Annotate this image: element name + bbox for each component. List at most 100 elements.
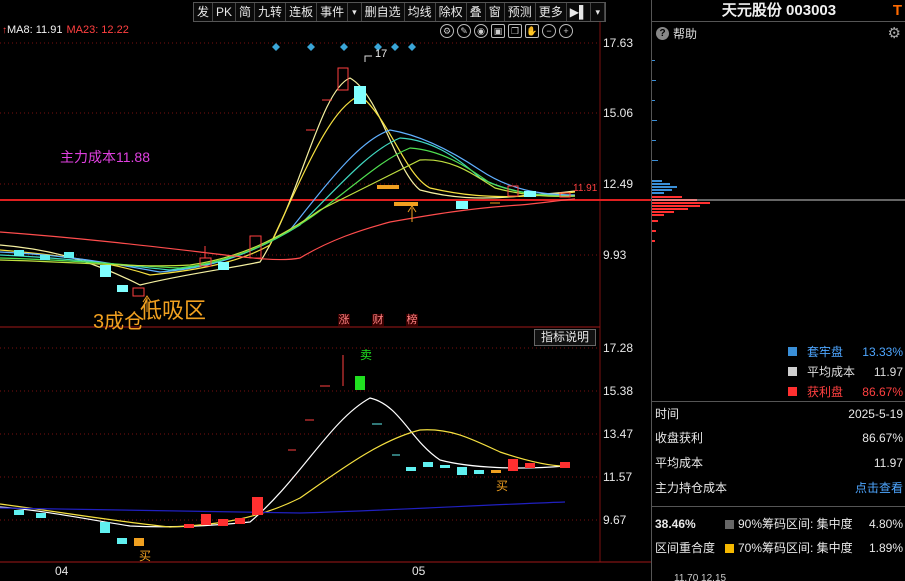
- buy-signal: 买: [139, 549, 152, 563]
- info-avg-cost: 平均成本 11.97: [652, 451, 905, 475]
- info-label: 收盘获利: [655, 431, 704, 445]
- info-main-cost: 主力持仓成本 点击查看: [652, 476, 905, 500]
- info-label: 时间: [655, 407, 680, 421]
- toolbar-overlay[interactable]: 叠: [467, 3, 486, 21]
- trapped-value: 13.33%: [862, 344, 903, 359]
- trapped-label: 套牢盘: [807, 345, 844, 359]
- info-value: 2025-5-19: [848, 407, 903, 421]
- swatch-90: [725, 519, 734, 529]
- x-label: 05: [412, 564, 426, 578]
- toolbar-jian[interactable]: 简: [236, 3, 256, 21]
- indicator-explain-button[interactable]: 指标说明: [534, 329, 596, 346]
- peak-marker: [364, 55, 372, 62]
- position-annotation: 3成仓: [93, 311, 145, 333]
- event-finance[interactable]: 财: [372, 314, 384, 326]
- t-icon[interactable]: T: [893, 0, 902, 22]
- eye-icon[interactable]: ◉: [474, 24, 488, 38]
- info-label: 平均成本: [655, 456, 704, 470]
- lower-tick: 17.28: [603, 341, 634, 355]
- lower-tick: 15.38: [603, 384, 634, 398]
- hand-icon[interactable]: ✋: [525, 24, 539, 38]
- x-label: 04: [55, 564, 69, 578]
- view-main-cost-link[interactable]: 点击查看: [855, 476, 903, 500]
- ma23-value: MA23: 12.22: [66, 24, 129, 36]
- avg-cost-label: 平均成本: [807, 365, 856, 379]
- chip-bars: [652, 60, 905, 242]
- range-cutoff-text: 11.70 12.15: [674, 573, 727, 581]
- swatch-70: [725, 543, 734, 553]
- zoom-in-icon[interactable]: +: [559, 24, 573, 38]
- trapped-swatch: [788, 347, 797, 356]
- toolbar-dropdown2-icon[interactable]: ▾: [591, 3, 605, 21]
- chip-legend-trapped: 套牢盘 13.33%: [788, 343, 905, 360]
- profit-value: 86.67%: [862, 384, 903, 399]
- info-close-profit: 收盘获利 86.67%: [652, 426, 905, 450]
- pen-icon[interactable]: ✎: [457, 24, 471, 38]
- ma8-value: MA8: 11.91: [7, 24, 63, 36]
- help-icon: ?: [656, 27, 669, 40]
- toolbar-exright[interactable]: 除权: [436, 3, 467, 21]
- chart-tools: ⚙ ✎ ◉ ▣ ❐ ✋ − +: [440, 24, 573, 38]
- lock-icon[interactable]: ▣: [491, 24, 505, 38]
- toolbar-play-icon[interactable]: ▶▌: [567, 3, 592, 21]
- range-90-label: 90%筹码区间: 集中度: [738, 517, 853, 531]
- price-tick: 9.93: [603, 248, 627, 262]
- concentration-90: 38.46% 90%筹码区间: 集中度 4.80%: [652, 512, 905, 536]
- lower-tick: 11.57: [603, 470, 633, 484]
- main-grid: [0, 42, 600, 521]
- chip-distribution-panel: 天元股份 003003 T ? 帮助 ⚙ 套牢盘 13.33% 平均成本 11.…: [651, 0, 905, 581]
- toolbar-window[interactable]: 窗: [486, 3, 505, 21]
- main-cost-label: 主力成本11.88: [60, 149, 150, 165]
- avg-cost-swatch: [788, 367, 797, 376]
- ma-legend: ↑MA8: 11.91 MA23: 12.22: [2, 24, 129, 36]
- toolbar-forecast[interactable]: 预测: [505, 3, 536, 21]
- price-tick: 12.49: [603, 177, 634, 191]
- toolbar-dropdown-icon[interactable]: ▾: [348, 3, 362, 21]
- stock-title: 天元股份 003003: [721, 2, 837, 19]
- toolbar-jiuzhuan[interactable]: 九转: [255, 3, 287, 21]
- toolbar-pk[interactable]: PK: [213, 3, 237, 21]
- chip-legend-profit: 获利盘 86.67%: [788, 383, 905, 400]
- toolbar-more[interactable]: 更多: [536, 3, 567, 21]
- toolbar-remove-watchlist[interactable]: 删自选: [362, 3, 405, 21]
- toolbar-shijian[interactable]: 事件: [317, 3, 349, 21]
- price-tick: 17.63: [603, 36, 634, 50]
- copy-icon[interactable]: ❐: [508, 24, 522, 38]
- toolbar-lianban[interactable]: 连板: [286, 3, 318, 21]
- profit-label: 获利盘: [807, 385, 844, 399]
- concentration-rows: 38.46% 90%筹码区间: 集中度 4.80% 区间重合度 70%筹码区间:…: [652, 512, 905, 560]
- stock-title-bar: 天元股份 003003 T: [652, 0, 905, 22]
- price-tick: 15.06: [603, 106, 634, 120]
- concentration-70: 区间重合度 70%筹码区间: 集中度 1.89%: [652, 536, 905, 560]
- signal-diamonds: [272, 43, 416, 51]
- overlap-label: 区间重合度: [655, 541, 716, 555]
- toolbar-fa[interactable]: 发: [194, 3, 214, 21]
- info-value: 11.97: [873, 456, 903, 470]
- avg-cost-value: 11.97: [873, 364, 903, 379]
- range-70-value: 1.89%: [868, 541, 903, 555]
- overlap-pct: 38.46%: [655, 517, 696, 531]
- range-70-label: 70%筹码区间: 集中度: [738, 541, 853, 555]
- zoom-out-icon[interactable]: −: [542, 24, 556, 38]
- buy-signal: 买: [496, 479, 509, 493]
- sell-signal: 卖: [360, 348, 373, 362]
- ma-lines: [0, 77, 576, 286]
- range-90-value: 4.80%: [868, 517, 903, 531]
- event-limit-up[interactable]: 涨: [338, 314, 350, 326]
- lower-tick: 9.67: [603, 513, 627, 527]
- chip-legend-avg-cost: 平均成本 11.97: [788, 363, 905, 380]
- peak-label: 17: [375, 48, 388, 60]
- lower-tick: 13.47: [603, 427, 634, 441]
- profit-swatch: [788, 387, 797, 396]
- info-value: 86.67%: [862, 431, 903, 445]
- current-price-tag: 11.91: [573, 183, 598, 194]
- low-zone-annotation: 低吸区: [140, 298, 207, 323]
- info-label: 主力持仓成本: [655, 481, 728, 495]
- settings-icon[interactable]: ⚙: [440, 24, 454, 38]
- kline-chart[interactable]: [0, 0, 651, 581]
- info-time: 时间 2025-5-19: [652, 402, 905, 426]
- toolbar-ma[interactable]: 均线: [405, 3, 436, 21]
- event-list[interactable]: 榜: [406, 314, 418, 326]
- lower-indicator-lines: [0, 397, 566, 528]
- divider: [652, 506, 905, 507]
